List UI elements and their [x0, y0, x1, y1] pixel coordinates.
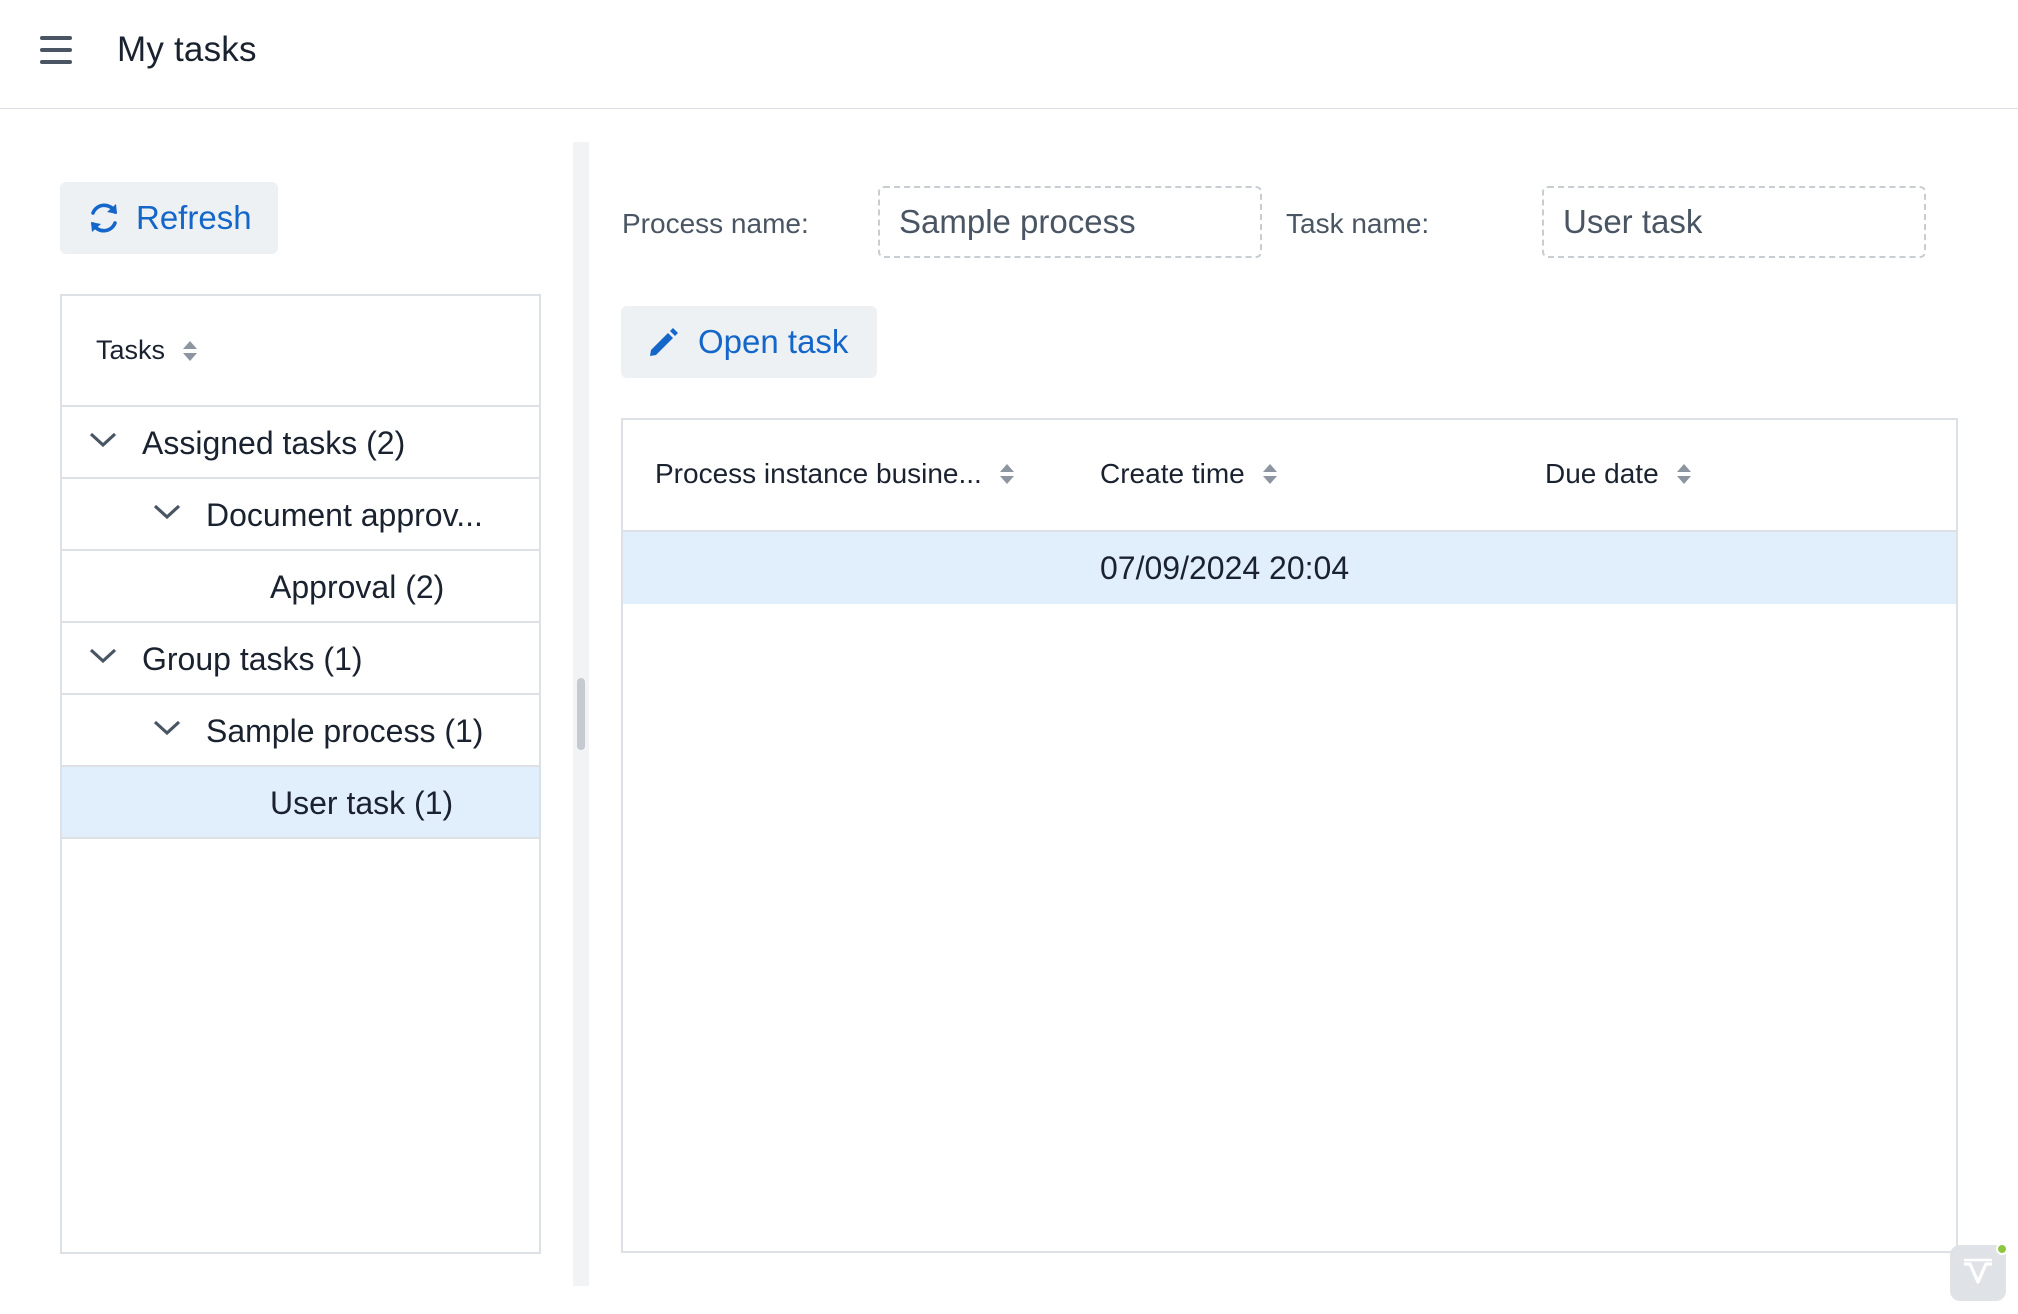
chevron-down-icon[interactable]: [152, 501, 182, 521]
dev-tools-badge[interactable]: [1950, 1243, 2008, 1301]
tree-item-label: Assigned tasks (2): [142, 425, 406, 461]
column-header-business-key[interactable]: Process instance busine...: [655, 458, 1014, 490]
tree-column-header[interactable]: Tasks: [62, 296, 539, 407]
tree-item-sample-process[interactable]: Sample process (1): [62, 695, 539, 767]
tree-item-approval[interactable]: Approval (2): [62, 551, 539, 623]
tasks-grid: Process instance busine... Create time D…: [621, 418, 1958, 1253]
column-header-label: Process instance busine...: [655, 458, 982, 489]
column-header-due-date[interactable]: Due date: [1545, 458, 1691, 490]
refresh-button[interactable]: Refresh: [60, 182, 278, 254]
tree-item-user-task[interactable]: User task (1): [62, 767, 539, 839]
tree-item-label: Document approv...: [206, 497, 483, 533]
task-name-field[interactable]: User task: [1542, 186, 1926, 258]
vaadin-logo-icon: [1964, 1258, 1992, 1284]
status-dot: [1996, 1243, 2008, 1255]
pencil-icon: [650, 328, 678, 356]
tree-item-label: Approval (2): [270, 569, 445, 605]
tree-item-label: Sample process (1): [206, 713, 484, 749]
task-tree-panel: Refresh Tasks Assigned tasks (2) Documen…: [0, 110, 574, 1314]
tree-item-label: Group tasks (1): [142, 641, 363, 677]
task-name-label: Task name:: [1286, 208, 1430, 239]
sort-icon[interactable]: [183, 340, 198, 361]
tree-item-document-approval[interactable]: Document approv...: [62, 479, 539, 551]
column-header-label: Create time: [1100, 458, 1245, 489]
tree-item-assigned-tasks[interactable]: Assigned tasks (2): [62, 407, 539, 479]
sort-icon[interactable]: [1676, 464, 1691, 484]
hamburger-menu-icon[interactable]: [38, 34, 74, 66]
grid-header: Process instance busine... Create time D…: [623, 420, 1956, 532]
refresh-button-label: Refresh: [136, 199, 252, 236]
app-header: My tasks: [0, 0, 2018, 109]
open-task-button-label: Open task: [698, 323, 849, 360]
cell-create-time: 07/09/2024 20:04: [1100, 550, 1350, 586]
process-name-field[interactable]: Sample process: [878, 186, 1262, 258]
process-name-label: Process name:: [622, 208, 809, 239]
column-header-create-time[interactable]: Create time: [1100, 458, 1277, 490]
tree-item-group-tasks[interactable]: Group tasks (1): [62, 623, 539, 695]
splitter-handle[interactable]: [577, 678, 585, 750]
sort-icon[interactable]: [999, 464, 1014, 484]
chevron-down-icon[interactable]: [152, 717, 182, 737]
chevron-down-icon[interactable]: [88, 645, 118, 665]
column-header-label: Due date: [1545, 458, 1659, 489]
sort-icon[interactable]: [1262, 464, 1277, 484]
chevron-down-icon[interactable]: [88, 429, 118, 449]
task-tree: Tasks Assigned tasks (2) Document approv…: [60, 294, 541, 1254]
refresh-icon: [91, 203, 117, 233]
split-layout-divider: [573, 142, 589, 1286]
open-task-button[interactable]: Open task: [621, 306, 877, 378]
tree-column-header-label: Tasks: [96, 335, 166, 365]
page-title: My tasks: [117, 30, 257, 69]
tree-item-label: User task (1): [270, 785, 454, 821]
table-row[interactable]: 07/09/2024 20:04: [623, 532, 1956, 604]
